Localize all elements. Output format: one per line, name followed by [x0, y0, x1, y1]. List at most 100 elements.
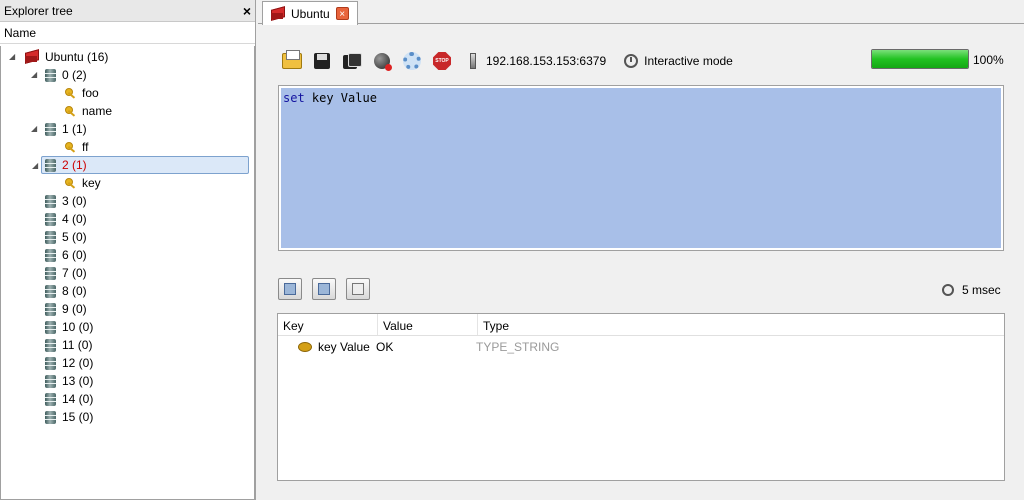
progress-bar: [871, 49, 969, 69]
database-icon: [45, 194, 56, 208]
database-icon: [45, 302, 56, 316]
tree-label: name: [82, 104, 113, 118]
database-icon: [45, 410, 56, 424]
tab-ubuntu[interactable]: Ubuntu ×: [262, 1, 358, 25]
mode-label[interactable]: Interactive mode: [644, 54, 733, 68]
folder-open-icon: [282, 50, 302, 69]
result-key: key Value: [318, 340, 370, 354]
redis-server-icon: [269, 7, 285, 21]
key-icon: [65, 87, 76, 99]
tree-item[interactable]: 8 (0): [45, 282, 87, 300]
tree-label: 9 (0): [62, 302, 87, 316]
value-icon: [298, 342, 312, 352]
tree-label: 4 (0): [62, 212, 87, 226]
tree-item[interactable]: 10 (0): [45, 318, 93, 336]
tree-label: 15 (0): [62, 410, 94, 424]
raw-view-icon: [352, 283, 364, 295]
save-as-icon: [343, 53, 362, 69]
tree-label: 0 (2): [62, 68, 87, 82]
tree-label: key: [82, 176, 101, 190]
tree-label: 11 (0): [62, 338, 93, 352]
tree-label: 1 (1): [62, 122, 87, 136]
tree-item[interactable]: key: [65, 174, 101, 192]
tree-label: 3 (0): [62, 194, 87, 208]
tree-label: foo: [82, 86, 99, 100]
execute-button[interactable]: [400, 49, 424, 73]
tree-label: 12 (0): [62, 356, 94, 370]
command-args: key Value: [304, 91, 377, 105]
column-header-value[interactable]: Value: [378, 314, 478, 335]
save-as-button[interactable]: [340, 49, 364, 73]
execution-time: 5 msec: [962, 283, 1001, 297]
gear-icon: [403, 52, 421, 70]
column-header-key[interactable]: Key: [278, 314, 378, 335]
column-header-type[interactable]: Type: [478, 314, 678, 335]
result-view-buttons: [278, 278, 380, 300]
tree-node[interactable]: ◢ 2 (1): [32, 156, 249, 174]
tree-item[interactable]: 9 (0): [45, 300, 87, 318]
tree-item[interactable]: 13 (0): [45, 372, 93, 390]
connection-address: 192.168.153.153:6379: [486, 54, 607, 68]
database-icon: [45, 356, 56, 370]
database-icon: [45, 374, 56, 388]
tree-item[interactable]: foo: [65, 84, 99, 102]
progress-label: 100%: [973, 53, 1004, 67]
tree-label: 7 (0): [62, 266, 87, 280]
open-file-button[interactable]: [280, 49, 304, 73]
tree-label: 8 (0): [62, 284, 87, 298]
table-row[interactable]: key Value OK TYPE_STRING: [278, 336, 1004, 358]
tree-label: 5 (0): [62, 230, 87, 244]
tree-label: 13 (0): [62, 374, 94, 388]
tree-item[interactable]: 5 (0): [45, 228, 87, 246]
expand-arrow-icon[interactable]: ◢: [9, 53, 17, 61]
database-icon: [45, 230, 56, 244]
database-icon: [45, 320, 56, 334]
mode-clock-icon: [624, 54, 639, 68]
database-icon: [45, 68, 56, 82]
explorer-close-icon[interactable]: ×: [243, 4, 251, 18]
key-icon: [65, 177, 76, 189]
text-view-button[interactable]: [278, 278, 302, 300]
tree-label: 14 (0): [62, 392, 94, 406]
explorer-column-header[interactable]: Name: [0, 22, 255, 44]
tab-label: Ubuntu: [291, 6, 330, 21]
tree-item[interactable]: 6 (0): [45, 246, 87, 264]
execution-timer: 5 msec: [942, 283, 1001, 297]
explorer-titlebar: Explorer tree ×: [0, 0, 255, 22]
command-editor[interactable]: set key Value: [278, 85, 1004, 251]
table-view-button[interactable]: [312, 278, 336, 300]
tree-item[interactable]: 4 (0): [45, 210, 87, 228]
explorer-title: Explorer tree: [4, 3, 73, 18]
tree-node[interactable]: ◢ Ubuntu (16): [9, 48, 108, 66]
tree-item[interactable]: 12 (0): [45, 354, 93, 372]
key-icon: [65, 141, 76, 153]
tree-item[interactable]: 14 (0): [45, 390, 93, 408]
tree-item[interactable]: 11 (0): [45, 336, 92, 354]
result-value: OK: [376, 340, 394, 354]
tree-label: 6 (0): [62, 248, 87, 262]
tree-node[interactable]: ◢ 0 (2): [31, 66, 87, 84]
monitor-button[interactable]: [370, 49, 394, 73]
database-icon: [45, 338, 56, 352]
tab-close-icon[interactable]: ×: [335, 7, 349, 20]
tree-item[interactable]: 15 (0): [45, 408, 93, 426]
expand-arrow-icon[interactable]: ◢: [31, 125, 39, 133]
stop-button[interactable]: STOP: [430, 49, 454, 73]
database-icon: [45, 158, 56, 172]
expand-arrow-icon[interactable]: ◢: [32, 162, 40, 170]
save-icon: [314, 53, 330, 69]
tree-node[interactable]: ◢ 1 (1): [31, 120, 87, 138]
tree-item[interactable]: ff: [65, 138, 88, 156]
database-icon: [45, 266, 56, 280]
tree-item[interactable]: 7 (0): [45, 264, 87, 282]
database-icon: [45, 212, 56, 226]
save-button[interactable]: [310, 49, 334, 73]
monitor-icon: [374, 53, 392, 71]
tree-item[interactable]: name: [65, 102, 112, 120]
expand-arrow-icon[interactable]: ◢: [31, 71, 39, 79]
tree-item[interactable]: 3 (0): [45, 192, 87, 210]
stopwatch-icon: [942, 284, 954, 296]
raw-view-button[interactable]: [346, 278, 370, 300]
database-icon: [45, 284, 56, 298]
command-editor-content[interactable]: set key Value: [281, 88, 1001, 248]
